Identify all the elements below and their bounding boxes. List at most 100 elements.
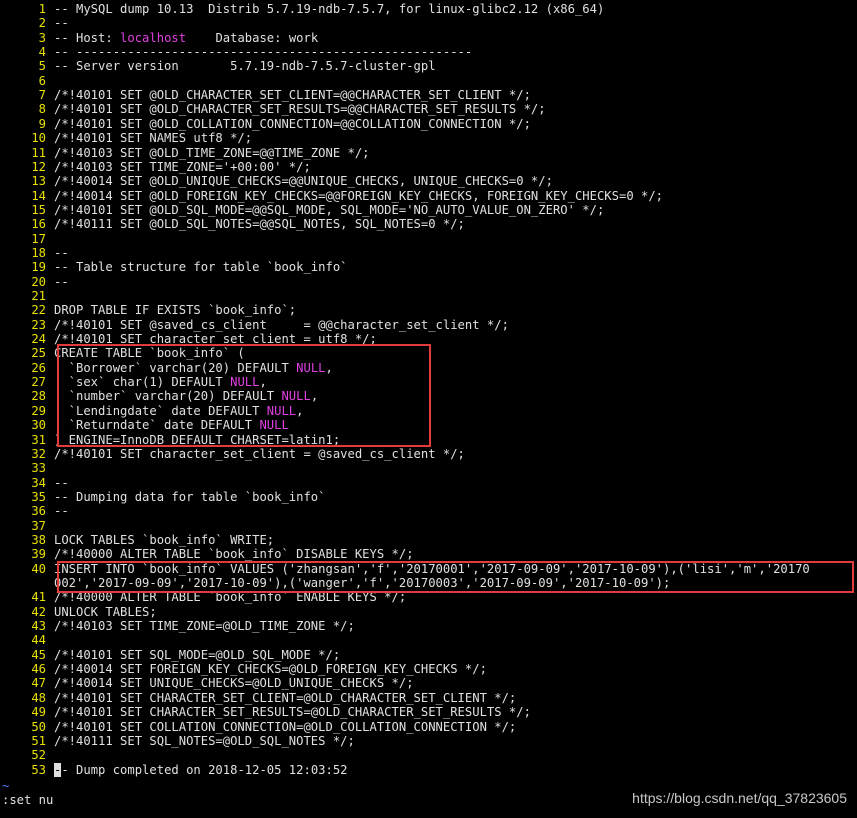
code-line[interactable]: 1 -- MySQL dump 10.13 Distrib 5.7.19-ndb-…: [0, 2, 605, 16]
code-line[interactable]: 33: [0, 461, 54, 475]
line-number: 33: [31, 461, 46, 476]
code-line[interactable]: 39 /*!40000 ALTER TABLE `book_info` DISAB…: [0, 547, 413, 562]
code-line[interactable]: 9 /*!40101 SET @OLD_COLLATION_CONNECTION=…: [0, 117, 531, 131]
line-text: LOCK TABLES `book_info` WRITE;: [54, 532, 275, 547]
create-table-highlight-box: [57, 344, 431, 447]
code-line[interactable]: 37: [0, 519, 54, 533]
code-line[interactable]: 2 --: [0, 16, 69, 30]
code-line[interactable]: 18 --: [0, 245, 69, 260]
code-line[interactable]: 50 /*!40101 SET COLLATION_CONNECTION=@OLD…: [0, 720, 516, 734]
line-number: 25: [31, 346, 46, 361]
line-text: /*!40101 SET SQL_MODE=@OLD_SQL_MODE */;: [54, 647, 341, 662]
code-line[interactable]: 38 LOCK TABLES `book_info` WRITE;: [0, 533, 274, 547]
code-line[interactable]: 46 /*!40014 SET FOREIGN_KEY_CHECKS=@OLD_F…: [0, 662, 487, 676]
code-line[interactable]: 22 DROP TABLE IF EXISTS `book_info`;: [0, 303, 296, 317]
code-line[interactable]: 15 /*!40101 SET @OLD_SQL_MODE=@@SQL_MODE,…: [0, 203, 604, 217]
line-number: 17: [31, 231, 46, 246]
code-line[interactable]: 35 -- Dumping data for table `book_info`: [0, 489, 325, 504]
line-number: 20: [31, 274, 46, 289]
code-line[interactable]: 34 --: [0, 476, 68, 490]
line-number: 53: [31, 762, 46, 777]
line-number: 38: [31, 532, 46, 547]
line-number: 5: [38, 59, 46, 74]
code-line[interactable]: 51 /*!40111 SET SQL_NOTES=@OLD_SQL_NOTES …: [0, 734, 355, 748]
code-line[interactable]: 11 /*!40103 SET @OLD_TIME_ZONE=@@TIME_ZON…: [0, 145, 370, 160]
line-number: 49: [31, 705, 46, 720]
line-text: -- Host: localhost Database: work: [54, 30, 319, 45]
code-line[interactable]: 6: [0, 74, 54, 88]
code-line[interactable]: 12 /*!40103 SET TIME_ZONE='+00:00' */;: [0, 160, 311, 174]
line-number: 14: [31, 188, 46, 203]
line-number: 12: [31, 159, 46, 174]
code-line[interactable]: 20 --: [0, 274, 68, 289]
line-text: /*!40014 SET @OLD_UNIQUE_CHECKS=@@UNIQUE…: [54, 174, 553, 189]
code-line[interactable]: 49 /*!40101 SET CHARACTER_SET_RESULTS=@OL…: [0, 705, 531, 719]
line-number: 11: [31, 145, 46, 160]
line-text: DROP TABLE IF EXISTS `book_info`;: [54, 303, 297, 318]
line-text: /*!40014 SET UNIQUE_CHECKS=@OLD_UNIQUE_C…: [54, 676, 414, 691]
code-line[interactable]: 43 /*!40103 SET TIME_ZONE=@OLD_TIME_ZONE …: [0, 619, 355, 633]
line-text: /*!40101 SET @saved_cs_client = @@charac…: [54, 317, 509, 332]
code-line[interactable]: 7 /*!40101 SET @OLD_CHARACTER_SET_CLIENT=…: [0, 88, 531, 102]
code-line[interactable]: 32 /*!40101 SET character_set_client = @s…: [0, 447, 465, 461]
line-text: -- -------------------------------------…: [54, 45, 473, 60]
line-text: /*!40103 SET @OLD_TIME_ZONE=@@TIME_ZONE …: [54, 145, 370, 160]
line-number: 36: [31, 504, 46, 519]
watermark: https://blog.csdn.net/qq_37823605: [632, 790, 847, 806]
code-line[interactable]: 44: [0, 633, 54, 647]
code-line[interactable]: 5 -- Server version 5.7.19-ndb-7.5.7-clus…: [0, 59, 436, 73]
code-line[interactable]: 16 /*!40111 SET @OLD_SQL_NOTES=@@SQL_NOTE…: [0, 217, 465, 231]
code-line[interactable]: 14 /*!40014 SET @OLD_FOREIGN_KEY_CHECKS=@…: [0, 189, 663, 203]
line-text: /*!40101 SET COLLATION_CONNECTION=@OLD_C…: [54, 719, 517, 734]
line-text: /*!40101 SET CHARACTER_SET_CLIENT=@OLD_C…: [54, 690, 517, 705]
line-text: /*!40101 SET CHARACTER_SET_RESULTS=@OLD_…: [54, 705, 531, 720]
code-line[interactable]: 21: [0, 289, 54, 303]
line-number: 15: [31, 202, 46, 217]
code-line[interactable]: 48 /*!40101 SET CHARACTER_SET_CLIENT=@OLD…: [0, 691, 516, 705]
line-number: 45: [31, 647, 46, 662]
code-line[interactable]: 19 -- Table structure for table `book_inf…: [0, 260, 348, 275]
code-line[interactable]: 45 /*!40101 SET SQL_MODE=@OLD_SQL_MODE */…: [0, 648, 340, 662]
insert-values-highlight-box: [57, 561, 854, 593]
line-number: 2: [38, 16, 46, 31]
code-line[interactable]: 3 -- Host: localhost Database: work: [0, 30, 319, 45]
line-text: --: [54, 504, 69, 519]
line-number: 37: [31, 518, 46, 533]
vim-command-line[interactable]: :set nu: [2, 793, 53, 807]
line-number: 47: [31, 676, 46, 691]
line-text: -- Dump completed on 2018-12-05 12:03:52: [54, 762, 348, 777]
line-text: -- Server version 5.7.19-ndb-7.5.7-clust…: [54, 59, 436, 74]
code-line[interactable]: 17: [0, 232, 54, 246]
line-number: 6: [38, 73, 46, 88]
code-line[interactable]: 23 /*!40101 SET @saved_cs_client = @@char…: [0, 318, 509, 332]
code-line[interactable]: 10 /*!40101 SET NAMES utf8 */;: [0, 131, 252, 145]
code-line[interactable]: 47 /*!40014 SET UNIQUE_CHECKS=@OLD_UNIQUE…: [0, 676, 414, 691]
code-line[interactable]: 52: [0, 748, 54, 762]
line-text: /*!40103 SET TIME_ZONE='+00:00' */;: [54, 159, 311, 174]
line-number: 43: [31, 619, 46, 634]
code-line[interactable]: 36 --: [0, 504, 69, 519]
line-number: 35: [31, 489, 46, 504]
code-line[interactable]: 13 /*!40014 SET @OLD_UNIQUE_CHECKS=@@UNIQ…: [0, 174, 553, 188]
line-text: /*!40111 SET SQL_NOTES=@OLD_SQL_NOTES */…: [54, 733, 355, 748]
line-text: /*!40111 SET @OLD_SQL_NOTES=@@SQL_NOTES,…: [54, 217, 465, 232]
line-number: 23: [31, 317, 46, 332]
line-number: 16: [31, 217, 46, 232]
line-text: --: [54, 16, 69, 31]
line-number: 3: [38, 30, 46, 45]
code-line[interactable]: 8 /*!40101 SET @OLD_CHARACTER_SET_RESULTS…: [0, 102, 546, 116]
line-text: --: [54, 245, 69, 260]
line-text: /*!40014 SET @OLD_FOREIGN_KEY_CHECKS=@@F…: [54, 188, 664, 203]
line-text: -- Table structure for table `book_info`: [54, 260, 348, 275]
code-line[interactable]: 53 -- Dump completed on 2018-12-05 12:03:…: [0, 762, 348, 777]
line-number: 18: [31, 245, 46, 260]
line-number: 39: [31, 547, 46, 562]
line-number: 51: [31, 733, 46, 748]
line-number: 9: [38, 116, 46, 131]
line-number: 44: [31, 633, 46, 648]
code-line[interactable]: 42 UNLOCK TABLES;: [0, 605, 156, 619]
line-text: /*!40101 SET @OLD_SQL_MODE=@@SQL_MODE, S…: [54, 202, 605, 217]
line-text: /*!40101 SET NAMES utf8 */;: [54, 131, 253, 146]
code-line[interactable]: 4 -- ------------------------------------…: [0, 45, 473, 60]
line-text: /*!40014 SET FOREIGN_KEY_CHECKS=@OLD_FOR…: [54, 662, 487, 677]
